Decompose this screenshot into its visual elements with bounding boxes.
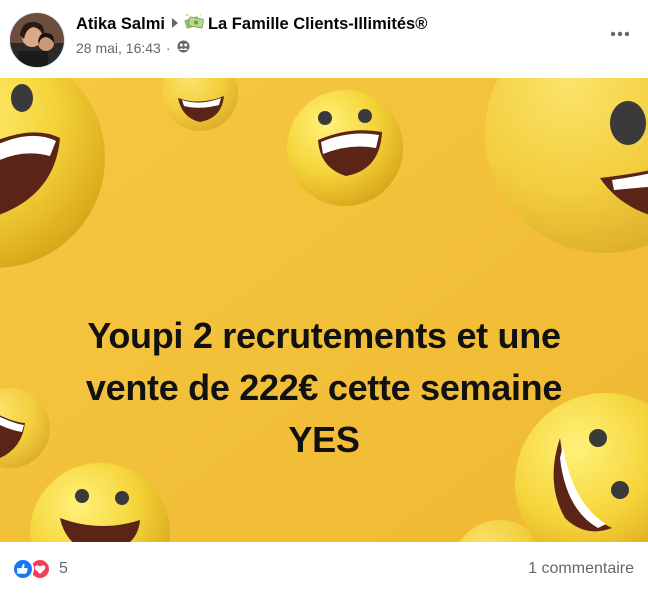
post-header: Atika Salmi La Famille Clients-Illimités… <box>0 0 648 78</box>
post-meta: 28 mai, 16:43 · <box>76 40 190 56</box>
post-image-banner[interactable]: Youpi 2 recrutements et une vente de 222… <box>0 78 648 542</box>
headline-line-2: vente de 222€ cette semaine <box>85 367 563 408</box>
group-members-icon[interactable] <box>177 40 190 56</box>
money-icon <box>184 12 204 35</box>
right-arrow-icon <box>171 15 179 34</box>
like-reaction-icon <box>12 558 34 580</box>
post-headline: Youpi 2 recrutements et une vente de 222… <box>0 310 648 466</box>
headline-line-3: YES <box>288 419 360 460</box>
headline-line-1: Youpi 2 recrutements et une <box>87 315 561 356</box>
avatar[interactable] <box>10 13 64 67</box>
separator-dot: · <box>165 40 171 56</box>
author-name[interactable]: Atika Salmi <box>76 15 165 34</box>
more-options-icon[interactable] <box>606 24 634 44</box>
reactions-summary[interactable]: 5 <box>12 558 68 580</box>
author-line: Atika Salmi La Famille Clients-Illimités… <box>76 12 427 35</box>
emoji-center-top <box>287 90 403 206</box>
group-name[interactable]: La Famille Clients-Illimités® <box>208 15 427 34</box>
reaction-count: 5 <box>59 560 68 577</box>
comments-count-link[interactable]: 1 commentaire <box>528 560 634 578</box>
post-date[interactable]: 28 mai, 16:43 <box>76 40 161 56</box>
post-footer: 5 1 commentaire <box>0 542 648 596</box>
